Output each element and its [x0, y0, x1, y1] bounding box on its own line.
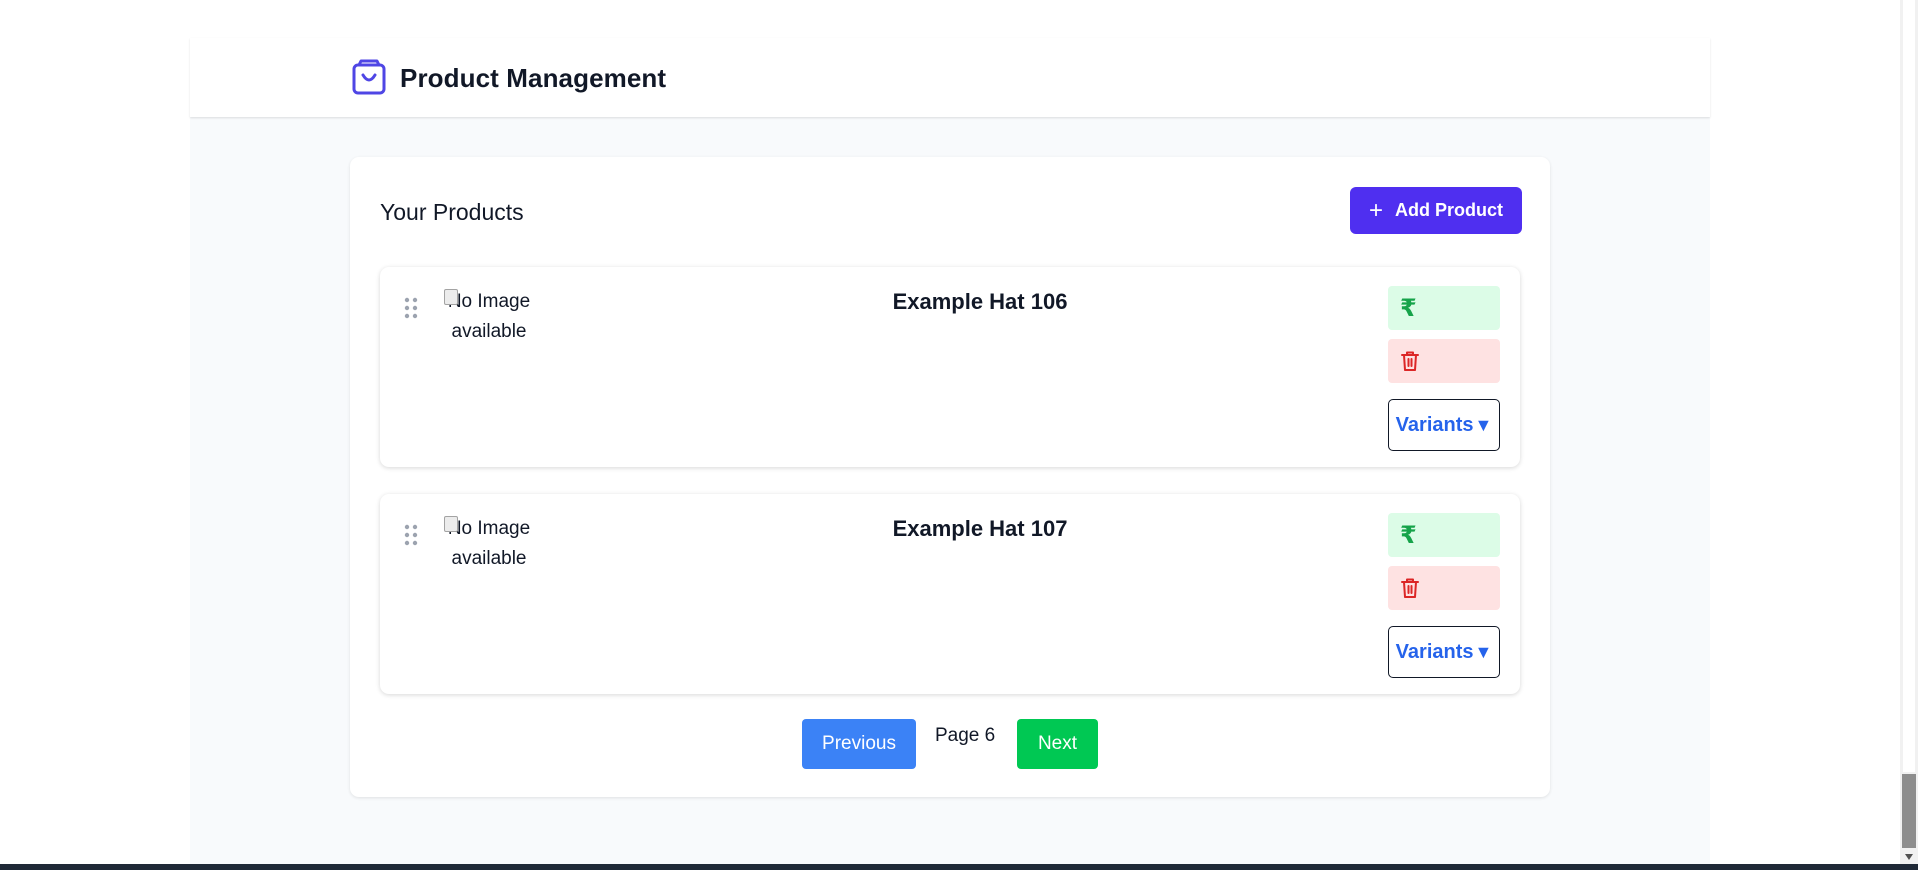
scrollbar-track: [1903, 0, 1915, 772]
vertical-scrollbar[interactable]: [1900, 0, 1918, 864]
variants-label: Variants: [1395, 640, 1474, 663]
plus-icon: +: [1368, 196, 1383, 224]
caret-down-icon: ▼: [1474, 641, 1493, 662]
drag-handle-icon[interactable]: [404, 524, 418, 546]
variants-dropdown-button[interactable]: Variants ▼: [1388, 626, 1500, 678]
product-title: Example Hat 106: [892, 289, 1068, 314]
broken-image-icon: [444, 516, 458, 532]
trash-icon: [1401, 351, 1419, 371]
broken-image-icon: [444, 289, 458, 305]
price-button[interactable]: ₹: [1388, 286, 1500, 330]
product-title: Example Hat 107: [892, 516, 1068, 541]
rupee-icon: ₹: [1400, 294, 1417, 322]
products-section-title: Your Products: [380, 199, 524, 225]
rupee-icon: ₹: [1400, 521, 1417, 549]
app-container: Product Management Your Products + Add P…: [190, 38, 1710, 870]
image-alt-text: No Image available: [447, 518, 531, 569]
price-button[interactable]: ₹: [1388, 513, 1500, 557]
delete-button[interactable]: [1388, 339, 1500, 383]
add-product-button[interactable]: + Add Product: [1350, 187, 1522, 234]
page-title: Product Management: [400, 63, 667, 93]
products-panel: Your Products + Add Product No Image ava…: [350, 157, 1550, 797]
product-image: No Image available: [444, 287, 534, 379]
delete-button[interactable]: [1388, 566, 1500, 610]
app-header: Product Management: [190, 38, 1710, 117]
next-page-button[interactable]: Next: [1017, 719, 1098, 769]
scroll-down-arrow-icon[interactable]: [1905, 854, 1913, 860]
drag-handle-icon[interactable]: [404, 297, 418, 319]
product-image: No Image available: [444, 514, 534, 606]
shopping-bag-icon: [352, 59, 386, 95]
previous-page-button[interactable]: Previous: [802, 719, 916, 769]
caret-down-icon: ▼: [1474, 414, 1493, 435]
pagination: Previous Page 6 Next: [350, 719, 1550, 771]
product-card: No Image available Example Hat 107 ₹ Var…: [380, 494, 1520, 694]
window-bottom-edge: [0, 864, 1918, 870]
page-indicator: Page 6: [935, 725, 996, 746]
product-card: No Image available Example Hat 106 ₹ Var…: [380, 267, 1520, 467]
image-alt-text: No Image available: [447, 291, 531, 342]
add-product-label: Add Product: [1395, 200, 1503, 220]
trash-icon: [1401, 578, 1419, 598]
variants-label: Variants: [1395, 413, 1474, 436]
scrollbar-thumb[interactable]: [1902, 774, 1916, 848]
variants-dropdown-button[interactable]: Variants ▼: [1388, 399, 1500, 451]
